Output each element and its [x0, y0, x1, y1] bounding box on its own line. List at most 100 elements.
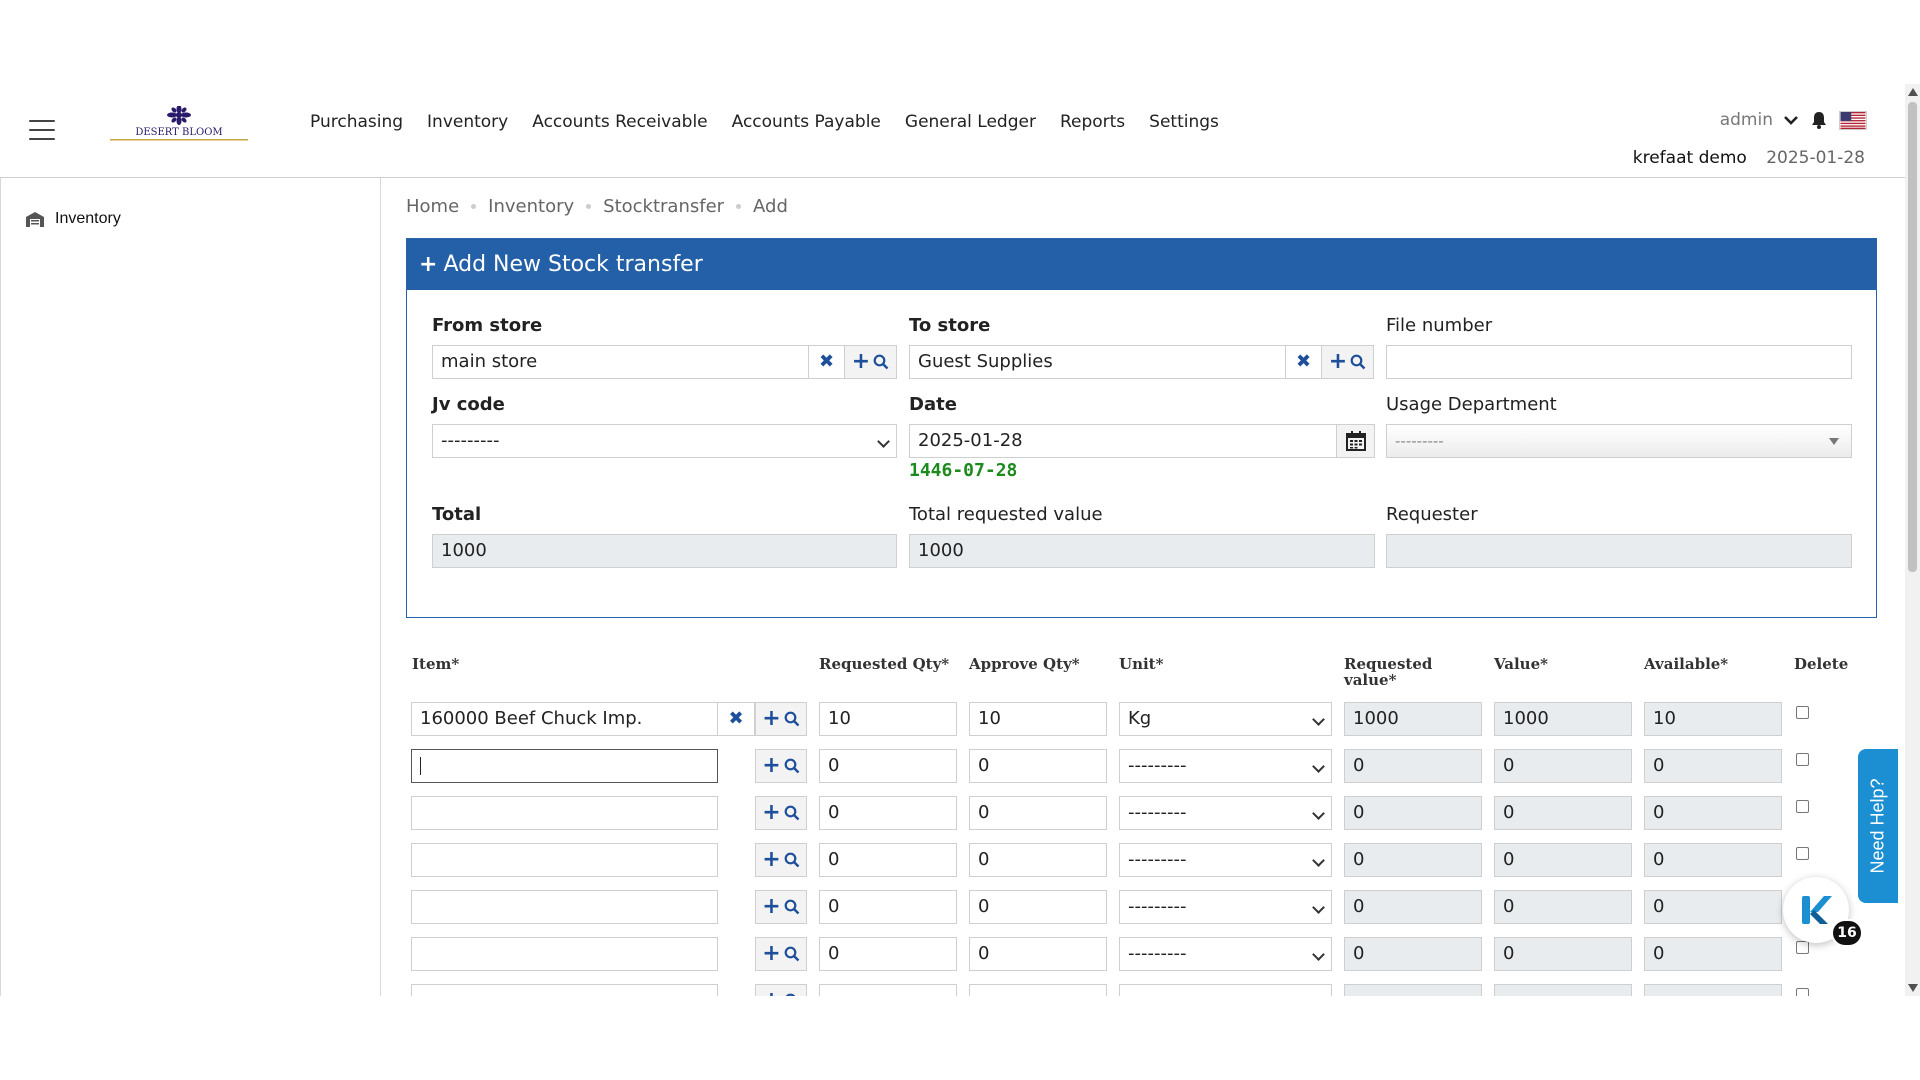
unit-select[interactable]: ---------	[1119, 749, 1332, 783]
column-header-unit: Unit*	[1119, 655, 1164, 673]
item-input[interactable]	[411, 749, 718, 783]
delete-checkbox[interactable]	[1796, 800, 1809, 813]
item-clear-placeholder	[718, 796, 755, 830]
approve-qty-input[interactable]: 10	[969, 702, 1107, 736]
item-lookup-button[interactable]: +	[755, 749, 807, 783]
search-icon	[784, 711, 800, 727]
column-header-value: Value*	[1494, 655, 1548, 673]
value-input: 0	[1494, 749, 1632, 783]
value-input: 1000	[1494, 702, 1632, 736]
available-input	[1644, 984, 1782, 996]
requested-value-input: 0	[1344, 890, 1482, 924]
item-lookup-button[interactable]: +	[755, 843, 807, 877]
column-header-available: Available*	[1644, 655, 1729, 673]
requested-qty-input[interactable]: 0	[819, 796, 957, 830]
search-icon	[784, 946, 800, 962]
chevron-down-icon	[1312, 901, 1325, 914]
column-header-requested-value: Requested value*	[1344, 656, 1432, 688]
approve-qty-input[interactable]	[969, 984, 1107, 996]
item-input[interactable]: 160000 Beef Chuck Imp.	[411, 702, 718, 736]
approve-qty-input[interactable]: 0	[969, 843, 1107, 877]
item-clear-placeholder	[718, 890, 755, 924]
item-lookup-button[interactable]: +	[755, 890, 807, 924]
value-input: 0	[1494, 937, 1632, 971]
unit-value: ---------	[1128, 755, 1187, 776]
text-cursor	[420, 757, 421, 775]
requested-qty-input[interactable]: 0	[819, 890, 957, 924]
close-icon: ✖	[728, 708, 744, 729]
item-lookup-button[interactable]: +	[755, 984, 807, 996]
column-header-requested-qty: Requested Qty*	[819, 655, 950, 673]
approve-qty-input[interactable]: 0	[969, 890, 1107, 924]
chevron-down-icon	[1312, 713, 1325, 726]
unit-select[interactable]: ---------	[1119, 890, 1332, 924]
available-input: 10	[1644, 702, 1782, 736]
requested-value-input: 1000	[1344, 702, 1482, 736]
requested-qty-input[interactable]: 10	[819, 702, 957, 736]
plus-icon: +	[762, 941, 781, 966]
requested-qty-input[interactable]: 0	[819, 749, 957, 783]
requested-qty-input[interactable]: 0	[819, 937, 957, 971]
available-input: 0	[1644, 749, 1782, 783]
delete-checkbox[interactable]	[1796, 706, 1809, 719]
delete-checkbox[interactable]	[1796, 988, 1809, 996]
page-bottom-area	[0, 996, 1920, 1080]
item-clear-placeholder	[718, 984, 755, 996]
unit-select[interactable]: ---------	[1119, 796, 1332, 830]
chevron-down-icon	[1312, 760, 1325, 773]
available-input: 0	[1644, 937, 1782, 971]
search-icon	[784, 899, 800, 915]
column-header-approve-qty: Approve Qty*	[969, 655, 1080, 673]
page-scrollbar[interactable]	[1905, 84, 1920, 996]
k-logo-icon	[1802, 896, 1832, 924]
item-clear-placeholder	[718, 937, 755, 971]
delete-checkbox[interactable]	[1796, 753, 1809, 766]
unit-select[interactable]	[1119, 984, 1332, 996]
available-input: 0	[1644, 843, 1782, 877]
item-lookup-button[interactable]: +	[755, 796, 807, 830]
item-lookup-button[interactable]: +	[755, 702, 807, 736]
item-input[interactable]	[411, 937, 718, 971]
item-input[interactable]	[411, 843, 718, 877]
item-input[interactable]	[411, 796, 718, 830]
unit-select[interactable]: ---------	[1119, 937, 1332, 971]
requested-value-input: 0	[1344, 796, 1482, 830]
need-help-label: Need Help?	[1867, 778, 1888, 874]
delete-checkbox[interactable]	[1796, 847, 1809, 860]
items-table: Item* Requested Qty* Approve Qty* Unit* …	[0, 0, 1905, 996]
unit-select[interactable]: ---------	[1119, 843, 1332, 877]
item-lookup-button[interactable]: +	[755, 937, 807, 971]
available-input: 0	[1644, 796, 1782, 830]
value-input: 0	[1494, 843, 1632, 877]
requested-qty-input[interactable]	[819, 984, 957, 996]
column-header-requested-value-line2: value*	[1344, 671, 1397, 689]
scroll-up-arrow-icon[interactable]	[1908, 88, 1918, 96]
item-clear-button[interactable]: ✖	[717, 702, 755, 736]
unit-value: Kg	[1128, 708, 1152, 729]
requested-value-input	[1344, 984, 1482, 996]
unit-value: ---------	[1128, 802, 1187, 823]
item-input[interactable]	[411, 984, 718, 996]
approve-qty-input[interactable]: 0	[969, 796, 1107, 830]
item-clear-placeholder	[718, 749, 755, 783]
column-header-delete: Delete	[1794, 655, 1849, 673]
requested-qty-input[interactable]: 0	[819, 843, 957, 877]
delete-checkbox[interactable]	[1796, 941, 1809, 954]
need-help-tab[interactable]: Need Help?	[1858, 749, 1898, 903]
value-input: 0	[1494, 796, 1632, 830]
plus-icon: +	[762, 706, 781, 731]
search-icon	[784, 758, 800, 774]
column-header-requested-value-line1: Requested	[1344, 655, 1433, 673]
column-header-item: Item*	[412, 655, 460, 673]
unit-value: ---------	[1128, 896, 1187, 917]
plus-icon: +	[762, 753, 781, 778]
requested-value-input: 0	[1344, 749, 1482, 783]
unit-select[interactable]: Kg	[1119, 702, 1332, 736]
approve-qty-input[interactable]: 0	[969, 749, 1107, 783]
approve-qty-input[interactable]: 0	[969, 937, 1107, 971]
item-input[interactable]	[411, 890, 718, 924]
scroll-thumb[interactable]	[1908, 102, 1917, 572]
search-icon	[784, 852, 800, 868]
scroll-down-arrow-icon[interactable]	[1908, 984, 1918, 992]
notification-count-badge: 16	[1831, 919, 1863, 947]
